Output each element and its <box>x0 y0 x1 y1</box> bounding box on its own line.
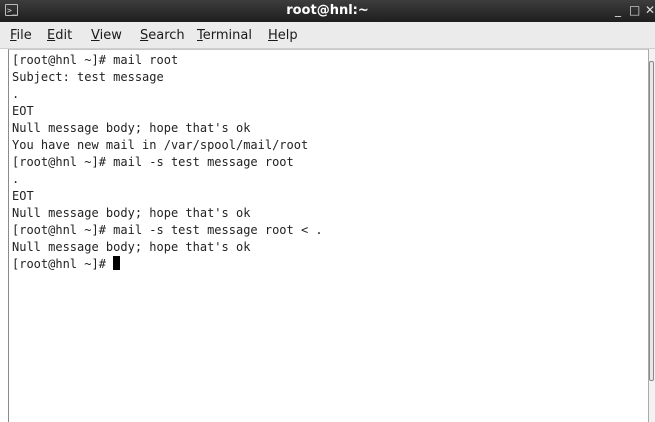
menu-bar: File Edit View Search Terminal Help <box>0 22 655 49</box>
menu-help-accel: H <box>268 28 278 43</box>
terminal-line: [root@hnl ~]# mail root <box>12 53 179 67</box>
close-icon[interactable]: ✕ <box>645 3 655 17</box>
terminal-output-area[interactable]: [root@hnl ~]# mail root Subject: test me… <box>8 49 651 422</box>
menu-file-label: ile <box>16 28 32 43</box>
menu-file[interactable]: File <box>10 28 32 43</box>
menu-search-label: earch <box>148 28 185 43</box>
terminal-prompt-line: [root@hnl ~]# <box>12 256 121 273</box>
menu-edit-accel: E <box>47 28 56 43</box>
terminal-line: Null message body; hope that's ok <box>12 206 251 220</box>
terminal-line: . <box>12 172 20 186</box>
menu-edit[interactable]: Edit <box>47 28 72 43</box>
menu-edit-label: dit <box>55 28 73 43</box>
menu-view-label: iew <box>99 28 122 43</box>
menu-search[interactable]: Search <box>140 28 185 43</box>
maximize-icon[interactable]: □ <box>629 3 640 17</box>
menu-terminal[interactable]: Terminal <box>197 28 252 43</box>
terminal-line: [root@hnl ~]# mail -s test message root <box>12 155 294 169</box>
terminal-line: [root@hnl ~]# mail -s test message root … <box>12 223 323 237</box>
window-title: root@hnl:~ <box>286 3 369 18</box>
window-titlebar[interactable]: >_ root@hnl:~ _ □ ✕ <box>0 0 655 22</box>
terminal-line: You have new mail in /var/spool/mail/roo… <box>12 138 309 152</box>
terminal-line: Subject: test message <box>12 70 164 84</box>
menu-view-accel: V <box>91 28 100 43</box>
terminal-line: Null message body; hope that's ok <box>12 121 251 135</box>
terminal-line: EOT <box>12 104 34 118</box>
terminal-prompt: [root@hnl ~]# <box>12 257 114 271</box>
menu-help-label: elp <box>277 28 298 43</box>
terminal-line: . <box>12 87 20 101</box>
scrollbar-thumb[interactable] <box>649 61 654 381</box>
vertical-scrollbar[interactable] <box>648 49 655 422</box>
menu-terminal-label: erminal <box>202 28 252 43</box>
menu-view[interactable]: View <box>91 28 122 43</box>
menu-help[interactable]: Help <box>268 28 298 43</box>
minimize-icon[interactable]: _ <box>615 3 621 17</box>
terminal-line: Null message body; hope that's ok <box>12 240 251 254</box>
terminal-cursor <box>113 256 121 270</box>
terminal-line: EOT <box>12 189 34 203</box>
